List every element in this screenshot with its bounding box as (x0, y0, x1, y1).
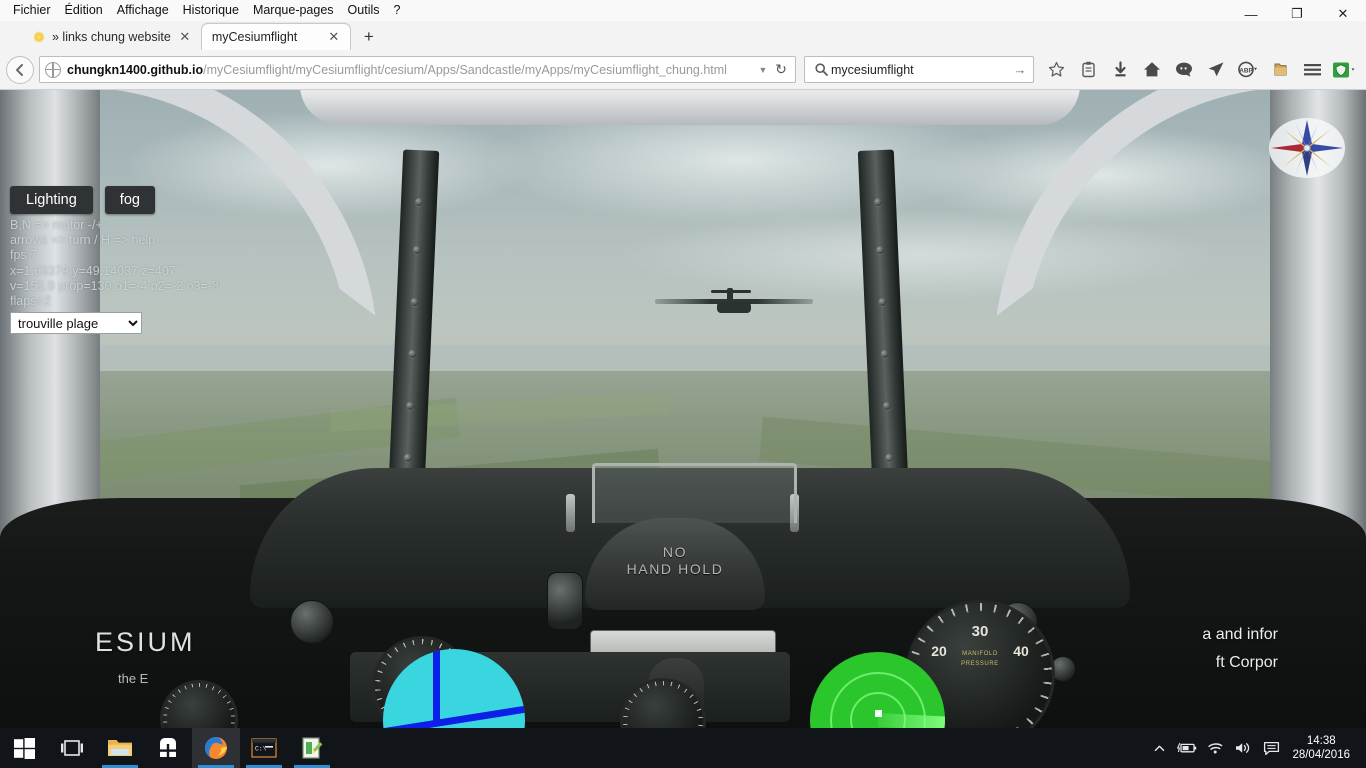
hud-status-text: B,N => motor -/+ arrows => turn / H => h… (10, 218, 430, 309)
attitude-horizon-line (383, 703, 525, 728)
menu-fichier[interactable]: Fichier (6, 1, 58, 20)
reader-list-icon[interactable] (1073, 55, 1103, 85)
address-bar[interactable]: chungkn1400.github.io/myCesiumflight/myC… (39, 56, 796, 83)
chevron-down-icon[interactable]: ▼ (755, 65, 771, 75)
search-icon (812, 61, 830, 79)
home-icon[interactable] (1137, 55, 1167, 85)
terminal-button[interactable]: C:\ (240, 728, 288, 768)
taskview-button[interactable] (48, 728, 96, 768)
credits-line-1: a and infor (1202, 626, 1278, 643)
menu-bar: Fichier Édition Affichage Historique Mar… (0, 0, 1366, 22)
downloads-icon[interactable] (1105, 55, 1135, 85)
cesium-logo-subtext: the E (118, 671, 149, 686)
clock-time: 14:38 (1306, 735, 1336, 747)
cloud (620, 210, 1220, 300)
favicon-icon (32, 30, 46, 44)
menu-affichage[interactable]: Affichage (110, 1, 176, 20)
search-input[interactable]: mycesiumflight (831, 63, 1011, 77)
menu-historique[interactable]: Historique (176, 1, 246, 20)
store-button[interactable] (144, 728, 192, 768)
fog-button[interactable]: fog (104, 186, 155, 214)
hud-button-row: Lighting fog (10, 186, 430, 214)
browser-chrome: Fichier Édition Affichage Historique Mar… (0, 0, 1366, 90)
tab-close-icon[interactable]: ✕ (326, 29, 342, 45)
back-button[interactable] (6, 55, 34, 84)
hamburger-menu-icon[interactable] (1297, 55, 1327, 85)
send-tab-icon[interactable] (1201, 55, 1231, 85)
gauge-number-40: 40 (1013, 643, 1029, 659)
hud-line-fps: fps 7 (10, 248, 38, 263)
folder-icon[interactable] (1265, 55, 1295, 85)
trim-lever[interactable] (547, 572, 583, 630)
file-explorer-button[interactable] (96, 728, 144, 768)
tab-strip: » links chung website ✕ myCesiumflight ✕… (0, 21, 1366, 50)
tab-label: » links chung website (52, 29, 171, 44)
instrument-dashboard: NO HAND HOLD 600 sb 30 (0, 463, 1366, 728)
menu-marque-pages[interactable]: Marque-pages (246, 1, 341, 20)
credits-line-2: ft Corpor (1215, 654, 1278, 671)
volume-icon[interactable] (1230, 728, 1256, 768)
adblock-icon[interactable]: ABP (1233, 55, 1263, 85)
tab-label: myCesiumflight (211, 30, 298, 44)
menu-aide[interactable]: ? (387, 1, 408, 20)
radar-sweep (877, 712, 945, 728)
compass-gauge (160, 680, 238, 728)
svg-text:ABP: ABP (1239, 67, 1253, 74)
cesium-3d-viewport[interactable]: ESIUM the E a and infor ft Corpor NO HAN… (0, 90, 1366, 728)
taskbar-clock[interactable]: 14:38 28/04/2016 (1286, 734, 1360, 762)
bookmark-star-icon[interactable] (1041, 55, 1071, 85)
svg-text:C:\: C:\ (255, 746, 267, 753)
hud-line-flaps: flaps+2 (10, 294, 51, 309)
placard-line-1: NO (662, 544, 688, 560)
start-button[interactable] (0, 728, 48, 768)
clock-date: 28/04/2016 (1292, 749, 1350, 761)
menu-outils[interactable]: Outils (341, 1, 387, 20)
throttle-knob[interactable] (290, 600, 334, 644)
browser-window: ESIUM the E a and infor ft Corpor NO HAN… (0, 0, 1366, 768)
reload-icon[interactable]: ↻ (771, 61, 791, 78)
action-center-icon[interactable] (1258, 728, 1284, 768)
new-tab-button[interactable]: + (355, 23, 383, 50)
show-hidden-icons[interactable] (1146, 728, 1172, 768)
menu-edition[interactable]: Édition (58, 1, 110, 20)
editor-button[interactable] (288, 728, 336, 768)
wifi-icon[interactable] (1202, 728, 1228, 768)
hud-line-turn: arrows => turn / H => help (10, 233, 156, 248)
flight-hud-overlay: Lighting fog B,N => motor -/+ arrows => … (10, 186, 430, 335)
navigation-toolbar: chungkn1400.github.io/myCesiumflight/myC… (0, 50, 1366, 90)
url-text: chungkn1400.github.io/myCesiumflight/myC… (67, 63, 755, 77)
url-domain: chungkn1400.github.io (67, 62, 204, 77)
gunsight-reflector-glass (592, 463, 797, 523)
attitude-vertical-bar (433, 649, 440, 723)
tab-links-chung-website[interactable]: » links chung website ✕ (22, 23, 201, 50)
firefox-button[interactable] (192, 728, 240, 768)
location-select[interactable]: trouville plage (10, 312, 142, 335)
lighting-button[interactable]: Lighting (10, 186, 93, 214)
gauge-sub-pressure: PRESSURE (961, 661, 999, 667)
placard-line-2: HAND HOLD (626, 561, 724, 577)
hud-line-position: x=1.63379 y=49.14037 z=407 (10, 263, 176, 278)
radar-blip (874, 709, 882, 717)
system-tray: 14:38 28/04/2016 (1146, 728, 1366, 768)
tab-mycesiumflight[interactable]: myCesiumflight ✕ (200, 23, 351, 50)
fuel-gauge (620, 678, 706, 728)
search-bar[interactable]: mycesiumflight → (804, 56, 1034, 83)
site-identity-icon (45, 61, 61, 78)
hud-line-velocity: v=151.9 prop=130 o1=-4 o2=-2 o3=-8 (10, 278, 219, 293)
no-hand-hold-placard: NO HAND HOLD (585, 544, 765, 578)
url-path: /myCesiumflight/myCesiumflight/cesium/Ap… (203, 62, 727, 77)
gauge-number-30: 30 (971, 623, 989, 640)
battery-icon[interactable] (1174, 728, 1200, 768)
hud-line-motor: B,N => motor -/+ (10, 218, 103, 232)
search-go-icon[interactable]: → (1011, 62, 1029, 77)
cesium-logo-text: ESIUM (95, 627, 196, 657)
chat-icon[interactable] (1169, 55, 1199, 85)
compass-rose (1268, 117, 1346, 179)
distant-aircraft (655, 288, 815, 326)
shield-addon-icon[interactable] (1329, 55, 1359, 85)
tab-close-icon[interactable]: ✕ (177, 29, 193, 45)
windows-taskbar: C:\ 14:38 28/04/2016 (0, 728, 1366, 768)
